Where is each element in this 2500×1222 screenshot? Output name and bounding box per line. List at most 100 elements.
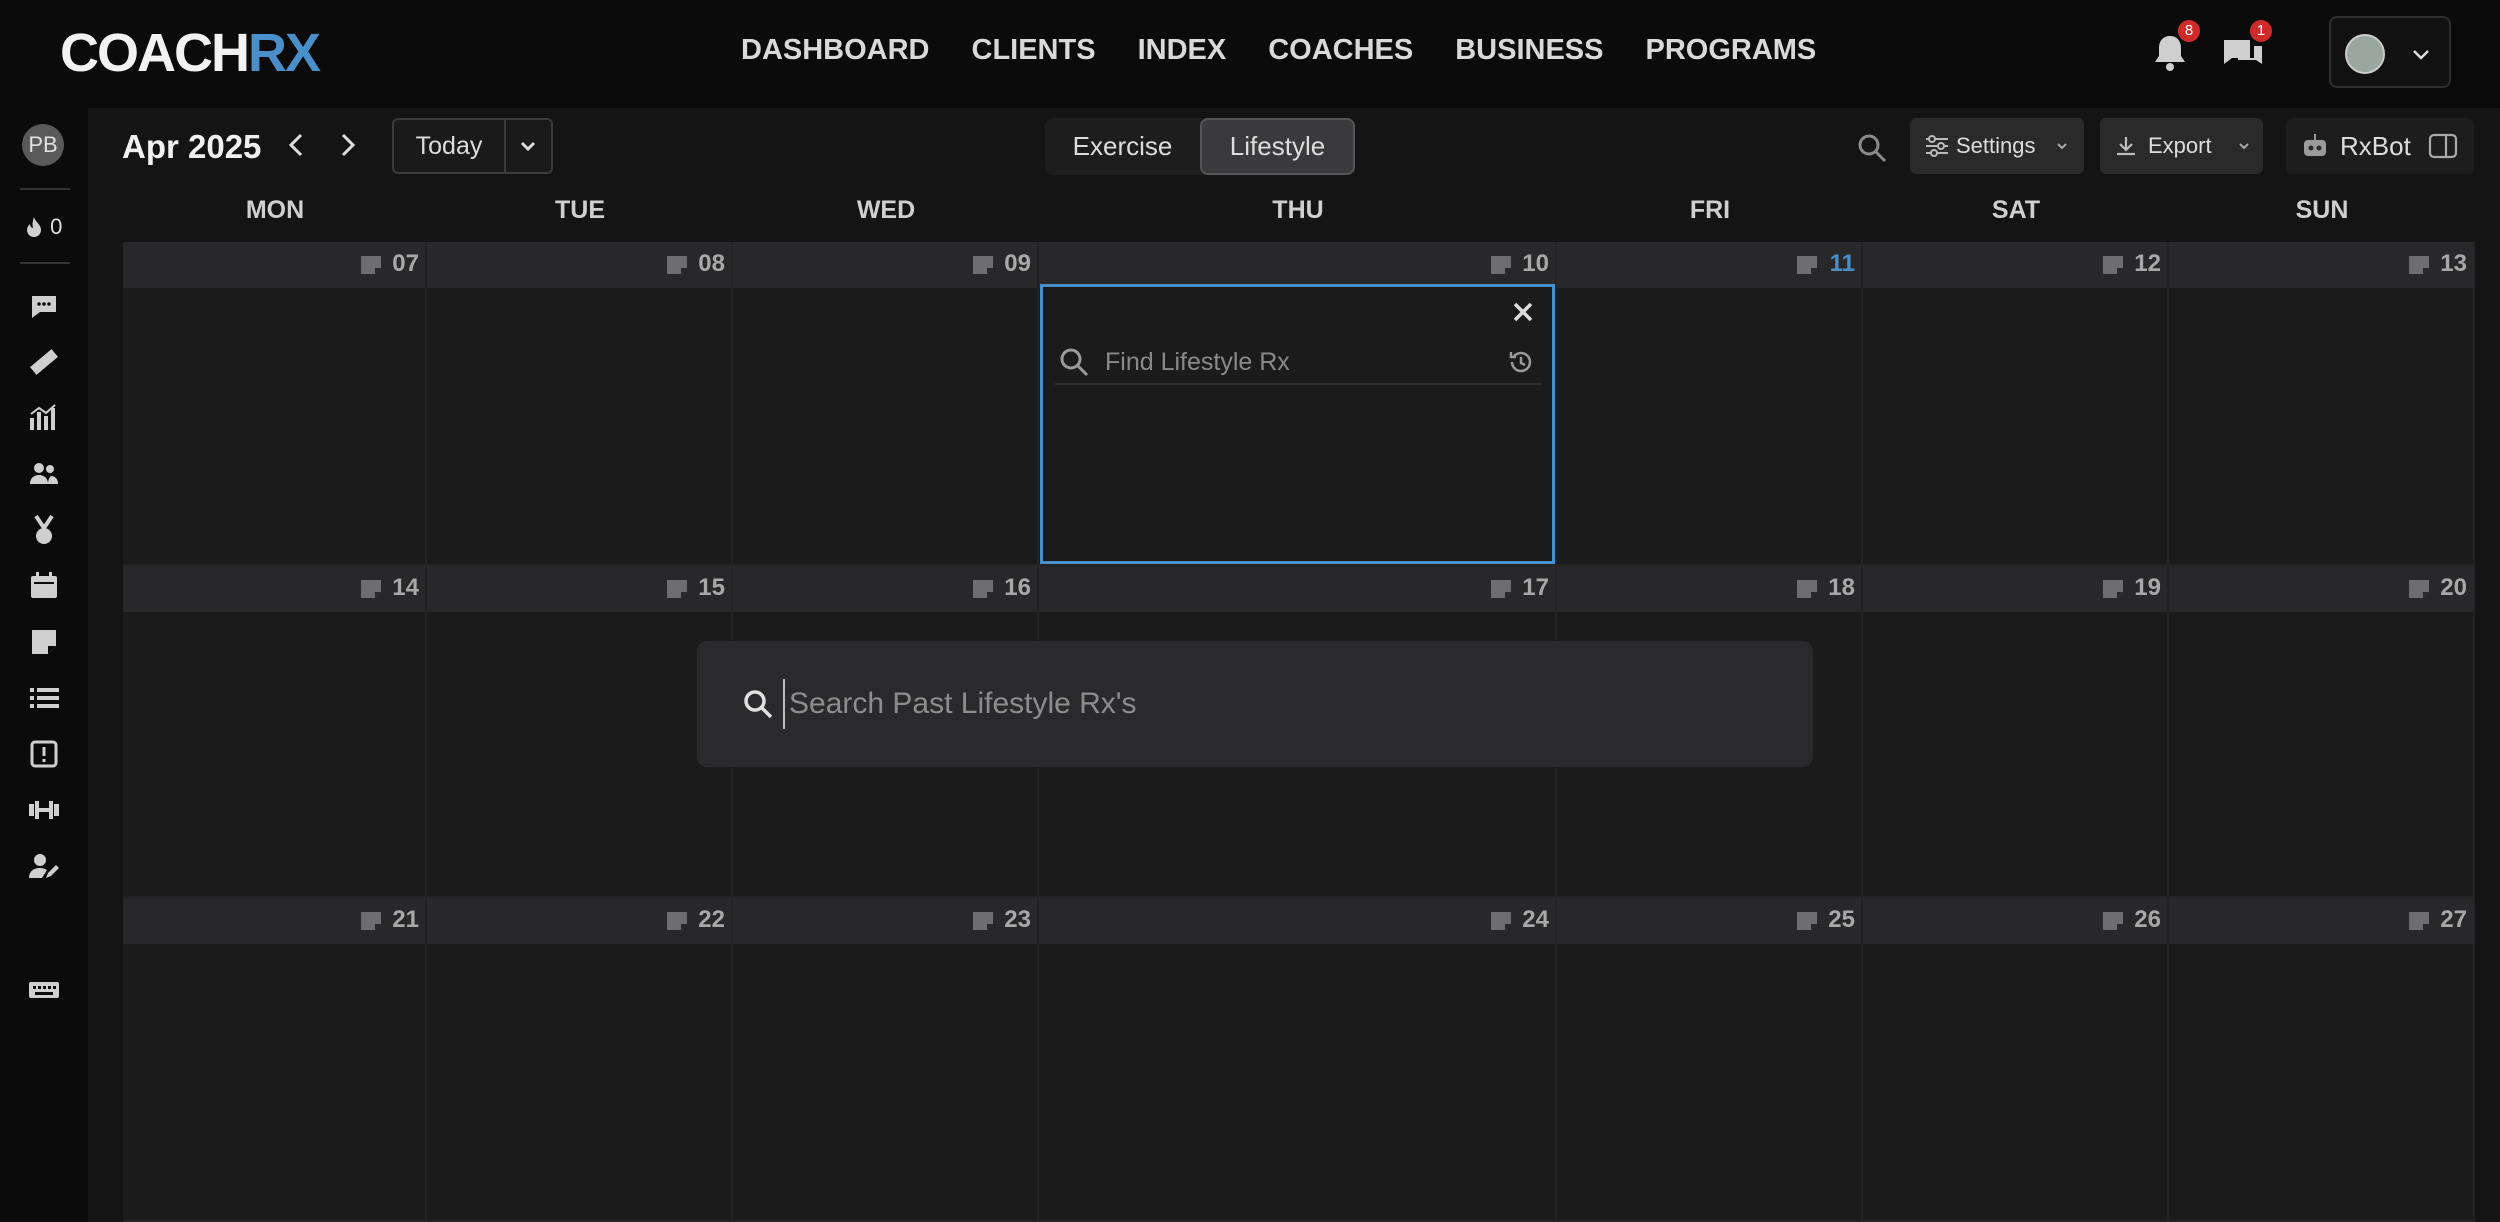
add-note-icon[interactable]	[1489, 578, 1513, 600]
search-icon[interactable]	[1854, 130, 1890, 166]
day-number: 23	[1004, 906, 1031, 933]
calendar-day-cell[interactable]: 13	[2169, 242, 2475, 566]
day-number: 16	[1004, 574, 1031, 601]
calendar-day-cell[interactable]: 23	[733, 898, 1039, 1222]
calendar-day-cell[interactable]: 07	[123, 242, 427, 566]
add-note-icon[interactable]	[665, 254, 689, 276]
add-note-icon[interactable]	[971, 578, 995, 600]
download-icon	[2117, 137, 2135, 156]
add-note-icon[interactable]	[1795, 910, 1819, 932]
calendar-day-cell[interactable]: 08	[427, 242, 733, 566]
profile-menu-button[interactable]	[2329, 16, 2451, 88]
calendar-day-cell[interactable]: 27	[2169, 898, 2475, 1222]
nav-business[interactable]: BUSINESS	[1455, 34, 1603, 67]
add-note-icon[interactable]	[971, 910, 995, 932]
notifications-button[interactable]: 8	[2142, 20, 2200, 82]
bell-badge: 8	[2178, 20, 2200, 42]
nav-programs[interactable]: PROGRAMS	[1645, 34, 1816, 67]
add-note-icon[interactable]	[2101, 578, 2125, 600]
add-note-icon[interactable]	[359, 910, 383, 932]
day-cell-header: 09	[733, 242, 1037, 288]
day-number: 15	[698, 574, 725, 601]
add-note-icon[interactable]	[1795, 578, 1819, 600]
streak-counter[interactable]: 0	[24, 214, 62, 240]
close-icon[interactable]	[1508, 297, 1538, 327]
alert-box-icon[interactable]	[26, 736, 62, 772]
day-number: 07	[392, 250, 419, 277]
dumbbell-icon[interactable]	[26, 792, 62, 828]
add-note-icon[interactable]	[2407, 254, 2431, 276]
add-note-icon[interactable]	[971, 254, 995, 276]
history-icon[interactable]	[1506, 347, 1536, 377]
export-button[interactable]: Export	[2100, 118, 2263, 174]
list-icon[interactable]	[26, 680, 62, 716]
add-note-icon[interactable]	[359, 578, 383, 600]
coachrx-logo[interactable]: COACHRX	[60, 22, 321, 84]
chevron-down-icon[interactable]	[516, 134, 540, 158]
tab-lifestyle[interactable]: Lifestyle	[1200, 118, 1355, 175]
streak-count: 0	[50, 214, 63, 239]
calendar-day-cell[interactable]: 22	[427, 898, 733, 1222]
calendar-day-cell[interactable]: 25	[1557, 898, 1863, 1222]
add-note-icon[interactable]	[1795, 254, 1819, 276]
tab-exercise[interactable]: Exercise	[1045, 118, 1200, 175]
nav-dashboard[interactable]: DASHBOARD	[741, 34, 930, 67]
calendar-day-cell[interactable]: 24	[1039, 898, 1557, 1222]
day-cell-header: 15	[427, 566, 731, 612]
add-note-icon[interactable]	[665, 578, 689, 600]
chat-bubble-icon[interactable]	[26, 288, 62, 324]
calendar-day-cell[interactable]: 20	[2169, 566, 2475, 898]
find-lifestyle-rx-input[interactable]	[1105, 345, 1485, 379]
calendar-day-cell[interactable]: 15	[427, 566, 733, 898]
calendar-day-cell[interactable]: 14	[123, 566, 427, 898]
users-icon[interactable]	[26, 456, 62, 492]
add-note-icon[interactable]	[2101, 254, 2125, 276]
add-note-icon[interactable]	[1489, 910, 1513, 932]
top-bar: COACHRX DASHBOARD CLIENTS INDEX COACHES …	[0, 0, 2500, 108]
client-avatar[interactable]: PB	[22, 124, 64, 166]
add-note-icon[interactable]	[359, 254, 383, 276]
day-number: 12	[2134, 250, 2161, 277]
add-note-icon[interactable]	[2407, 910, 2431, 932]
panel-toggle-icon[interactable]	[2428, 132, 2458, 160]
day-number: 21	[392, 906, 419, 933]
add-note-icon[interactable]	[2101, 910, 2125, 932]
calendar-day-cell[interactable]: 09	[733, 242, 1039, 566]
day-number: 24	[1522, 906, 1549, 933]
add-note-icon[interactable]	[2407, 578, 2431, 600]
calendar-day-cell[interactable]: 19	[1863, 566, 2169, 898]
nav-clients[interactable]: CLIENTS	[972, 34, 1096, 67]
calendar-day-cell[interactable]: 12	[1863, 242, 2169, 566]
keyboard-icon[interactable]	[26, 972, 62, 1008]
day-number: 18	[1828, 574, 1855, 601]
analytics-icon[interactable]	[26, 400, 62, 436]
calendar-day-cell[interactable]: 21	[123, 898, 427, 1222]
calendar-day-cell[interactable]: 11	[1557, 242, 1863, 566]
nav-index[interactable]: INDEX	[1138, 34, 1227, 67]
previous-month-button[interactable]	[282, 130, 312, 160]
settings-button[interactable]: Settings	[1910, 118, 2084, 174]
day-number: 13	[2440, 250, 2467, 277]
calendar-icon[interactable]	[26, 568, 62, 604]
messages-badge: 1	[2250, 20, 2272, 42]
nav-coaches[interactable]: COACHES	[1268, 34, 1413, 67]
sliders-icon	[1926, 135, 1948, 157]
note-icon[interactable]	[26, 624, 62, 660]
add-note-icon[interactable]	[665, 910, 689, 932]
medal-icon[interactable]	[26, 512, 62, 548]
day-number: 25	[1828, 906, 1855, 933]
calendar-day-cell[interactable]: 26	[1863, 898, 2169, 1222]
today-button[interactable]: Today	[394, 120, 506, 172]
user-edit-icon[interactable]	[26, 848, 62, 884]
day-cell-header: 27	[2169, 898, 2473, 944]
add-note-icon[interactable]	[1489, 254, 1513, 276]
messages-button[interactable]: 1	[2214, 20, 2272, 82]
chevron-down-icon	[2413, 50, 2429, 60]
ruler-icon[interactable]	[26, 344, 62, 380]
day-number: 10	[1522, 250, 1549, 277]
robot-icon	[2304, 134, 2326, 156]
day-cell-header: 16	[733, 566, 1037, 612]
next-month-button[interactable]	[332, 130, 362, 160]
rxbot-button[interactable]: RxBot	[2286, 118, 2474, 174]
search-past-lifestyle-rx-input[interactable]	[783, 679, 1763, 729]
